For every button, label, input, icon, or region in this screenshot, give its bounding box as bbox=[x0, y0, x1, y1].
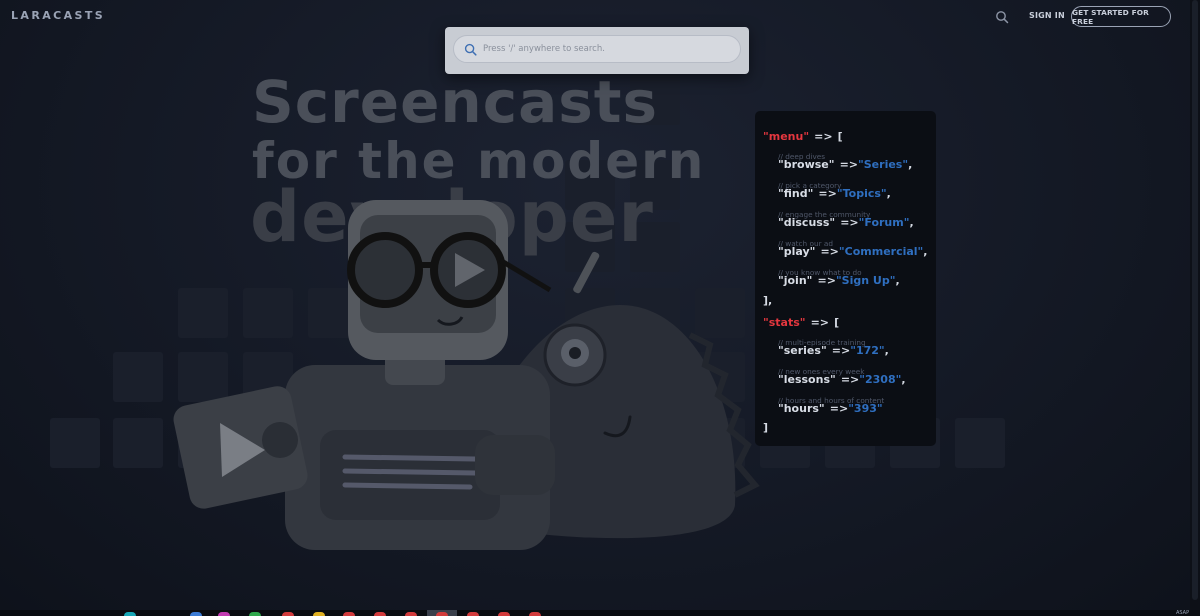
taskbar-app-icon[interactable] bbox=[249, 612, 261, 616]
robot-arm bbox=[475, 435, 555, 495]
search-placeholder: Press '/' anywhere to search. bbox=[483, 44, 605, 54]
code-final-bracket: ] bbox=[763, 421, 769, 434]
code-comma: , bbox=[895, 274, 900, 287]
code-entry: "hours" =>"393" bbox=[778, 397, 883, 416]
code-comma: , bbox=[909, 216, 914, 229]
code-menu-close: ], bbox=[763, 289, 772, 308]
get-started-button[interactable]: GET STARTED FOR FREE bbox=[1071, 6, 1171, 27]
code-entry-name: "series" bbox=[778, 344, 827, 357]
code-entry-name: "browse" bbox=[778, 158, 835, 171]
code-entry-value[interactable]: "Sign Up" bbox=[836, 274, 896, 287]
code-open-bracket: [ bbox=[834, 316, 840, 329]
code-arrow: => bbox=[831, 344, 851, 357]
code-comma: , bbox=[901, 373, 906, 386]
code-arrow: => bbox=[839, 158, 859, 171]
taskbar-app-icon[interactable] bbox=[467, 612, 479, 616]
code-entry-value[interactable]: "Commercial" bbox=[839, 245, 923, 258]
taskbar-tray-text: ASAP bbox=[1176, 610, 1190, 616]
code-entry-value: "172" bbox=[850, 344, 885, 357]
blob-pupil bbox=[569, 347, 581, 359]
code-entry-name: "find" bbox=[778, 187, 814, 200]
taskbar-app-icon[interactable] bbox=[405, 612, 417, 616]
taskbar-app-icon[interactable] bbox=[313, 612, 325, 616]
taskbar-app-icon[interactable] bbox=[374, 612, 386, 616]
code-entry: "join" =>"Sign Up", bbox=[778, 269, 900, 288]
code-comma: , bbox=[908, 158, 913, 171]
mascot-illustration bbox=[173, 200, 760, 550]
code-menu-open: "menu" => [ bbox=[763, 125, 843, 144]
taskbar-app-icon[interactable] bbox=[529, 612, 541, 616]
code-stats-open: "stats" => [ bbox=[763, 311, 839, 330]
code-close-bracket: ], bbox=[763, 294, 773, 307]
robot-glasses-left bbox=[347, 232, 423, 308]
taskbar-app-icon[interactable] bbox=[124, 612, 136, 616]
code-entry: "play" =>"Commercial", bbox=[778, 240, 927, 259]
code-panel: "menu" => [ // deep dives "browse" =>"Ser… bbox=[755, 111, 936, 446]
background-tile bbox=[113, 418, 163, 468]
taskbar-app-icon[interactable] bbox=[498, 612, 510, 616]
code-arrow: => bbox=[840, 216, 859, 229]
os-taskbar bbox=[0, 610, 1200, 616]
code-entry: "lessons" =>"2308", bbox=[778, 368, 906, 387]
taskbar-app-icon[interactable] bbox=[436, 612, 448, 616]
code-arrow: => bbox=[829, 402, 849, 415]
background-tile bbox=[955, 418, 1005, 468]
code-entry-name: "lessons" bbox=[778, 373, 836, 386]
code-entry: "browse" =>"Series", bbox=[778, 153, 912, 172]
background-tile bbox=[50, 418, 100, 468]
search-icon bbox=[464, 43, 477, 56]
code-entry-name: "play" bbox=[778, 245, 816, 258]
code-arrow: => bbox=[814, 130, 833, 143]
code-entry-name: "discuss" bbox=[778, 216, 836, 229]
code-arrow: => bbox=[818, 187, 837, 200]
site-logo[interactable]: LARACASTS bbox=[11, 9, 105, 22]
code-entry-name: "join" bbox=[778, 274, 813, 287]
search-input[interactable]: Press '/' anywhere to search. bbox=[453, 35, 741, 63]
code-entry-value[interactable]: "Series" bbox=[858, 158, 908, 171]
code-entry-value[interactable]: "Topics" bbox=[837, 187, 887, 200]
code-arrow: => bbox=[820, 245, 839, 258]
hero-title-line-1: Screencasts bbox=[252, 68, 659, 136]
code-entry: "series" =>"172", bbox=[778, 339, 889, 358]
code-comma: , bbox=[884, 344, 889, 357]
taskbar-app-icon[interactable] bbox=[343, 612, 355, 616]
code-entry-name: "hours" bbox=[778, 402, 825, 415]
scrollbar-thumb[interactable] bbox=[1192, 0, 1198, 600]
code-entry: "discuss" =>"Forum", bbox=[778, 211, 914, 230]
code-arrow: => bbox=[817, 274, 836, 287]
nav-search-icon[interactable] bbox=[995, 10, 1009, 24]
code-entry: "find" =>"Topics", bbox=[778, 182, 891, 201]
sign-in-link[interactable]: SIGN IN bbox=[1029, 11, 1065, 20]
code-stats-key: "stats" bbox=[763, 316, 806, 329]
scrollbar[interactable] bbox=[1190, 0, 1200, 610]
code-entry-value: "393" bbox=[848, 402, 883, 415]
code-menu-key: "menu" bbox=[763, 130, 810, 143]
code-entry-value[interactable]: "Forum" bbox=[859, 216, 910, 229]
search-modal: Press '/' anywhere to search. bbox=[445, 27, 749, 74]
taskbar-app-icon[interactable] bbox=[190, 612, 202, 616]
code-entry-value: "2308" bbox=[859, 373, 902, 386]
code-arrow: => bbox=[810, 316, 830, 329]
taskbar-app-icon[interactable] bbox=[218, 612, 230, 616]
code-open-bracket: [ bbox=[837, 130, 843, 143]
code-stats-close: ] bbox=[763, 416, 768, 435]
code-comma: , bbox=[886, 187, 891, 200]
taskbar-app-icon[interactable] bbox=[282, 612, 294, 616]
robot-antenna bbox=[573, 251, 600, 294]
background-tile bbox=[113, 352, 163, 402]
code-comma: , bbox=[923, 245, 928, 258]
code-arrow: => bbox=[840, 373, 860, 386]
